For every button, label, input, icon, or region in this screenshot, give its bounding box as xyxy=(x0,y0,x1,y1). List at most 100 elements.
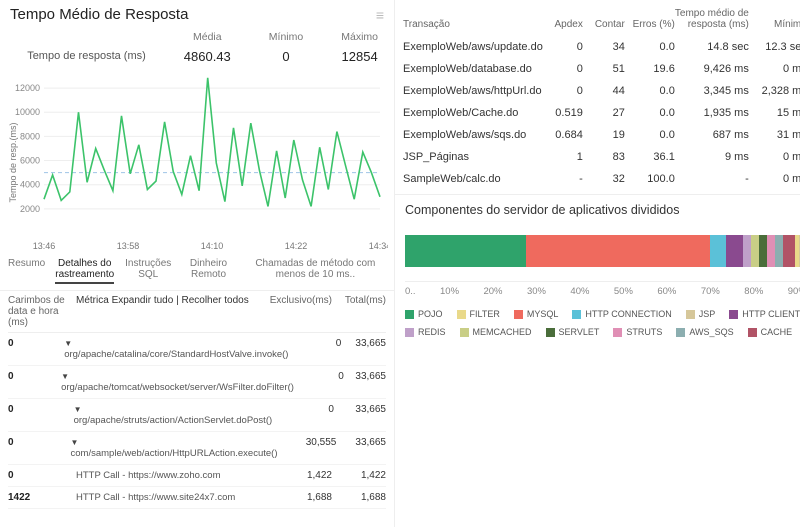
td-count: 34 xyxy=(583,41,625,53)
td-apdex: 1 xyxy=(543,151,583,163)
legend-label: AWS_SQS xyxy=(689,327,733,337)
legend-item-cache[interactable]: CACHE xyxy=(748,327,793,337)
trace-row[interactable]: 0▼com/sample/web/action/HttpURLAction.ex… xyxy=(8,432,386,465)
trace-row[interactable]: 0▼org/apache/struts/action/ActionServlet… xyxy=(8,399,386,432)
trace-row[interactable]: 1422HTTP Call - https://www.site24x7.com… xyxy=(8,487,386,509)
trace-excl: 1,688 xyxy=(268,492,332,503)
legend-swatch-icon xyxy=(514,310,523,319)
trace-time: 0 xyxy=(8,371,61,393)
legend-item-mysql[interactable]: MYSQL xyxy=(514,309,559,319)
legend-label: HTTP CONNECTION xyxy=(585,309,671,319)
line-chart[interactable]: 2000400060008000100001200013:4613:5814:1… xyxy=(0,66,394,256)
collapse-all-link[interactable]: Recolher todos xyxy=(181,295,248,306)
segment-http-connection[interactable] xyxy=(710,235,726,267)
legend-item-struts[interactable]: STRUTS xyxy=(613,327,662,337)
trace-metric: ▼com/sample/web/action/HttpURLAction.exe… xyxy=(71,437,278,459)
stat-max-hdr: Máximo xyxy=(341,31,378,43)
legend-label: CACHE xyxy=(761,327,793,337)
trace-header: Carimbos de data e hora (ms) Métrica Exp… xyxy=(8,295,386,333)
tab-sql[interactable]: Instruções SQL xyxy=(124,258,172,284)
td-min: 15 ms xyxy=(749,107,800,119)
trace-row[interactable]: 0HTTP Call - https://www.zoho.com1,4221,… xyxy=(8,465,386,487)
tab-resumo[interactable]: Resumo xyxy=(8,258,45,284)
caret-down-icon[interactable]: ▼ xyxy=(71,438,79,447)
svg-text:12000: 12000 xyxy=(15,83,40,93)
legend-swatch-icon xyxy=(460,328,469,337)
segment-aws-sqs[interactable] xyxy=(775,235,783,267)
svg-text:10000: 10000 xyxy=(15,107,40,117)
trace-table: Carimbos de data e hora (ms) Métrica Exp… xyxy=(0,291,394,527)
expand-all-link[interactable]: Expandir tudo xyxy=(112,295,174,306)
chart-legend: POJO FILTER MYSQL HTTP CONNECTION JSP HTTP CL… xyxy=(405,309,800,337)
trace-row[interactable]: 0▼org/apache/tomcat/websocket/server/WsF… xyxy=(8,366,386,399)
trace-hdr-metric-label: Métrica xyxy=(76,295,109,306)
th-apdex: Apdex xyxy=(543,19,583,30)
trace-excl: 30,555 xyxy=(278,437,337,459)
tab-dinheiro[interactable]: Dinheiro Remoto xyxy=(182,258,234,284)
segment-pojo[interactable] xyxy=(405,235,526,267)
legend-label: STRUTS xyxy=(626,327,662,337)
svg-text:13:58: 13:58 xyxy=(117,241,140,251)
legend-item-redis[interactable]: REDIS xyxy=(405,327,446,337)
panel-title: Tempo Médio de Resposta xyxy=(10,6,188,23)
segment-redis[interactable] xyxy=(743,235,751,267)
transaction-row[interactable]: SampleWeb/calc.do-32100.0-0 ms xyxy=(403,168,800,190)
axis-tick: 0.. xyxy=(405,286,416,297)
axis-tick: 50% xyxy=(614,286,633,297)
trace-metric: ▼org/apache/struts/action/ActionServlet.… xyxy=(74,404,273,426)
trace-total: 1,688 xyxy=(332,492,386,503)
transaction-row[interactable]: ExemploWeb/database.do05119.69,426 ms0 m… xyxy=(403,58,800,80)
trace-total: 33,665 xyxy=(336,437,386,459)
transaction-row[interactable]: ExemploWeb/aws/update.do0340.014.8 sec12… xyxy=(403,36,800,58)
legend-swatch-icon xyxy=(572,310,581,319)
svg-text:14:34: 14:34 xyxy=(369,241,388,251)
segment-memcached[interactable] xyxy=(751,235,759,267)
trace-excl: 0 xyxy=(294,371,344,393)
menu-icon[interactable]: ≡ xyxy=(376,7,384,23)
td-trans: ExemploWeb/Cache.do xyxy=(403,107,543,119)
svg-text:14:10: 14:10 xyxy=(201,241,224,251)
segment-struts[interactable] xyxy=(767,235,775,267)
transaction-row[interactable]: ExemploWeb/Cache.do0.519270.01,935 ms15 … xyxy=(403,102,800,124)
trace-total: 33,665 xyxy=(334,404,386,426)
stacked-bar-chart[interactable] xyxy=(405,235,800,267)
legend-item-memcached[interactable]: MEMCACHED xyxy=(460,327,532,337)
segment-mysql[interactable] xyxy=(526,235,711,267)
trace-row[interactable]: 0▼org/apache/catalina/core/StandardHostV… xyxy=(8,333,386,366)
legend-item-http-connection[interactable]: HTTP CONNECTION xyxy=(572,309,671,319)
caret-down-icon[interactable]: ▼ xyxy=(64,339,72,348)
tab-metodo[interactable]: Chamadas de método com menos de 10 ms.. xyxy=(245,258,386,284)
transaction-row[interactable]: ExemploWeb/aws/httpUrl.do0440.03,345 ms2… xyxy=(403,80,800,102)
legend-item-jsp[interactable]: JSP xyxy=(686,309,716,319)
trace-time: 1422 xyxy=(8,492,76,503)
td-trans: ExemploWeb/aws/sqs.do xyxy=(403,129,543,141)
legend-swatch-icon xyxy=(457,310,466,319)
legend-item-pojo[interactable]: POJO xyxy=(405,309,443,319)
segment-cache[interactable] xyxy=(783,235,795,267)
trace-hdr-time: Carimbos de data e hora (ms) xyxy=(8,295,76,328)
td-err: 19.6 xyxy=(625,63,675,75)
caret-down-icon[interactable]: ▼ xyxy=(61,372,69,381)
td-count: 83 xyxy=(583,151,625,163)
trace-metric: ▼org/apache/tomcat/websocket/server/WsFi… xyxy=(61,371,294,393)
transaction-row[interactable]: JSP_Páginas18336.19 ms0 ms xyxy=(403,146,800,168)
td-err: 36.1 xyxy=(625,151,675,163)
legend-item-http-client[interactable]: HTTP CLIENT xyxy=(729,309,800,319)
legend-swatch-icon xyxy=(676,328,685,337)
components-title: Componentes do servidor de aplicativos d… xyxy=(405,203,800,217)
legend-item-filter[interactable]: FILTER xyxy=(457,309,500,319)
td-apdex: - xyxy=(543,173,583,185)
caret-down-icon[interactable]: ▼ xyxy=(74,405,82,414)
svg-text:Tempo de resp.(ms): Tempo de resp.(ms) xyxy=(8,122,18,202)
tab-rastreamento[interactable]: Detalhes dorastreamento xyxy=(55,258,114,284)
td-apdex: 0.519 xyxy=(543,107,583,119)
td-avg: - xyxy=(675,173,749,185)
transaction-row[interactable]: ExemploWeb/aws/sqs.do0.684190.0687 ms31 … xyxy=(403,124,800,146)
td-apdex: 0 xyxy=(543,63,583,75)
segment-servlet[interactable] xyxy=(759,235,767,267)
legend-item-aws-sqs[interactable]: AWS_SQS xyxy=(676,327,733,337)
th-avg: Tempo médio de resposta (ms) xyxy=(675,8,749,30)
legend-item-servlet[interactable]: SERVLET xyxy=(546,327,600,337)
segment-http-client[interactable] xyxy=(726,235,742,267)
trace-excl: 0 xyxy=(288,338,341,360)
